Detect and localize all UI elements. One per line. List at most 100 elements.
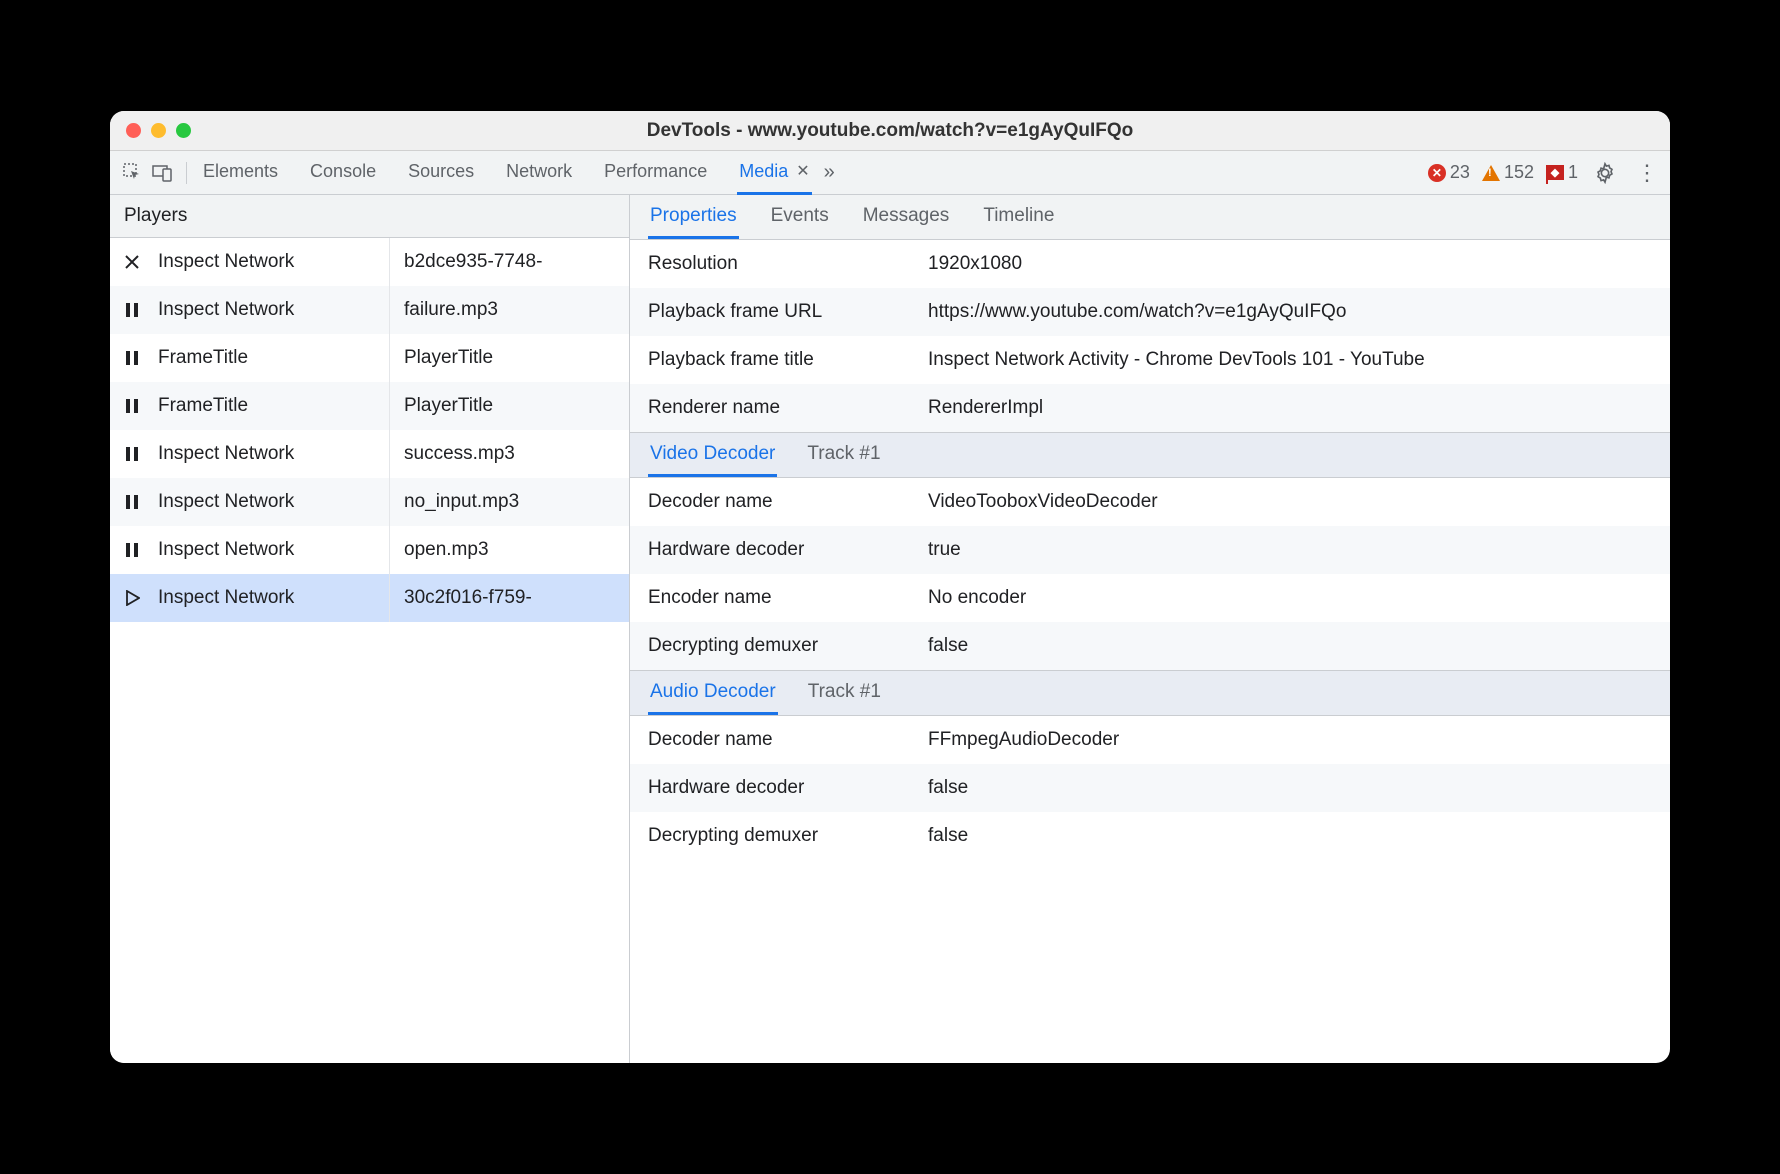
property-value: true	[928, 539, 1652, 561]
property-row: Playback frame titleInspect Network Acti…	[630, 336, 1670, 384]
player-row[interactable]: FrameTitlePlayerTitle	[110, 382, 629, 430]
player-row[interactable]: Inspect Networksuccess.mp3	[110, 430, 629, 478]
issues-badge[interactable]: ◆ 1	[1546, 162, 1578, 183]
more-options-button[interactable]: ⋮	[1632, 160, 1662, 186]
property-row: Decoder nameVideoTooboxVideoDecoder	[630, 478, 1670, 526]
player-row[interactable]: Inspect Networkno_input.mp3	[110, 478, 629, 526]
player-row[interactable]: Inspect Network30c2f016-f759-	[110, 574, 629, 622]
property-value: RendererImpl	[928, 397, 1652, 419]
players-panel: Players Inspect Networkb2dce935-7748-Ins…	[110, 195, 630, 1063]
property-name: Playback frame URL	[648, 301, 928, 323]
property-name: Decoder name	[648, 729, 928, 751]
property-name: Hardware decoder	[648, 539, 928, 561]
player-frame-title: Inspect Network	[154, 286, 390, 334]
subtab-properties[interactable]: Properties	[648, 195, 739, 239]
pause-icon	[110, 446, 154, 462]
property-name: Hardware decoder	[648, 777, 928, 799]
pause-icon	[110, 350, 154, 366]
video-decoder-section-header: Video Decoder Track #1	[630, 432, 1670, 478]
audio-track-tab[interactable]: Track #1	[806, 671, 883, 715]
property-row: Encoder nameNo encoder	[630, 574, 1670, 622]
issues-count: 1	[1568, 162, 1578, 183]
pause-icon	[110, 494, 154, 510]
errors-count: 23	[1450, 162, 1470, 183]
tab-console[interactable]: Console	[308, 151, 378, 195]
property-row: Decrypting demuxerfalse	[630, 622, 1670, 670]
player-row[interactable]: Inspect Networkfailure.mp3	[110, 286, 629, 334]
pause-icon	[110, 542, 154, 558]
titlebar: DevTools - www.youtube.com/watch?v=e1gAy…	[110, 111, 1670, 151]
player-frame-title: FrameTitle	[154, 334, 390, 382]
device-toolbar-icon[interactable]	[148, 158, 178, 188]
video-track-tab[interactable]: Track #1	[805, 433, 882, 477]
player-frame-title: Inspect Network	[154, 478, 390, 526]
video-decoder-rows: Decoder nameVideoTooboxVideoDecoder Hardw…	[630, 478, 1670, 670]
warnings-count: 152	[1504, 162, 1534, 183]
errors-badge[interactable]: ✕ 23	[1428, 162, 1470, 183]
devtools-window: DevTools - www.youtube.com/watch?v=e1gAy…	[110, 111, 1670, 1063]
pause-icon	[110, 398, 154, 414]
player-title: failure.mp3	[390, 299, 629, 321]
player-row[interactable]: Inspect Networkopen.mp3	[110, 526, 629, 574]
audio-decoder-tab[interactable]: Audio Decoder	[648, 671, 778, 715]
player-frame-title: Inspect Network	[154, 526, 390, 574]
property-value: VideoTooboxVideoDecoder	[928, 491, 1652, 513]
video-decoder-tab[interactable]: Video Decoder	[648, 433, 777, 477]
audio-decoder-rows: Decoder nameFFmpegAudioDecoder Hardware d…	[630, 716, 1670, 860]
property-row: Playback frame URLhttps://www.youtube.co…	[630, 288, 1670, 336]
warnings-badge[interactable]: 152	[1482, 162, 1534, 183]
panel-body: Players Inspect Networkb2dce935-7748-Ins…	[110, 195, 1670, 1063]
details-panel: Properties Events Messages Timeline Resolut…	[630, 195, 1670, 1063]
player-title: no_input.mp3	[390, 491, 629, 513]
players-list: Inspect Networkb2dce935-7748-Inspect Net…	[110, 238, 629, 622]
subtab-timeline[interactable]: Timeline	[981, 195, 1056, 239]
player-title: success.mp3	[390, 443, 629, 465]
separator	[186, 162, 187, 184]
tab-network[interactable]: Network	[504, 151, 574, 195]
property-name: Playback frame title	[648, 349, 928, 371]
traffic-lights	[126, 123, 191, 138]
player-title: open.mp3	[390, 539, 629, 561]
audio-decoder-section-header: Audio Decoder Track #1	[630, 670, 1670, 716]
issue-icon: ◆	[1546, 165, 1564, 180]
property-name: Renderer name	[648, 397, 928, 419]
player-frame-title: Inspect Network	[154, 430, 390, 478]
property-value: FFmpegAudioDecoder	[928, 729, 1652, 751]
main-toolbar: Elements Console Sources Network Performance…	[110, 151, 1670, 195]
property-value: 1920x1080	[928, 253, 1652, 275]
property-name: Resolution	[648, 253, 928, 275]
tab-elements[interactable]: Elements	[201, 151, 280, 195]
property-name: Decrypting demuxer	[648, 635, 928, 657]
maximize-window-button[interactable]	[176, 123, 191, 138]
panel-tabs: Elements Console Sources Network Performance…	[201, 151, 812, 195]
error-icon: ✕	[1428, 164, 1446, 182]
subtab-messages[interactable]: Messages	[861, 195, 952, 239]
property-name: Decrypting demuxer	[648, 825, 928, 847]
inspect-element-icon[interactable]	[118, 158, 148, 188]
player-title: PlayerTitle	[390, 347, 629, 369]
window-title: DevTools - www.youtube.com/watch?v=e1gAy…	[110, 120, 1670, 142]
settings-button[interactable]	[1590, 158, 1620, 188]
player-frame-title: FrameTitle	[154, 382, 390, 430]
player-row[interactable]: Inspect Networkb2dce935-7748-	[110, 238, 629, 286]
player-frame-title: Inspect Network	[154, 238, 390, 286]
property-value: https://www.youtube.com/watch?v=e1gAyQuI…	[928, 301, 1652, 323]
property-name: Encoder name	[648, 587, 928, 609]
property-value: Inspect Network Activity - Chrome DevToo…	[928, 349, 1652, 371]
more-tabs-icon[interactable]: »	[824, 161, 835, 184]
property-row: Hardware decoderfalse	[630, 764, 1670, 812]
property-value: false	[928, 635, 1652, 657]
tab-sources[interactable]: Sources	[406, 151, 476, 195]
tab-media[interactable]: Media✕	[737, 151, 811, 195]
property-row: Resolution1920x1080	[630, 240, 1670, 288]
subtab-events[interactable]: Events	[769, 195, 831, 239]
property-row: Decrypting demuxerfalse	[630, 812, 1670, 860]
close-window-button[interactable]	[126, 123, 141, 138]
pause-icon	[110, 302, 154, 318]
player-row[interactable]: FrameTitlePlayerTitle	[110, 334, 629, 382]
tab-performance[interactable]: Performance	[602, 151, 709, 195]
player-title: PlayerTitle	[390, 395, 629, 417]
play-icon	[110, 590, 154, 606]
minimize-window-button[interactable]	[151, 123, 166, 138]
close-tab-icon[interactable]: ✕	[796, 161, 809, 181]
